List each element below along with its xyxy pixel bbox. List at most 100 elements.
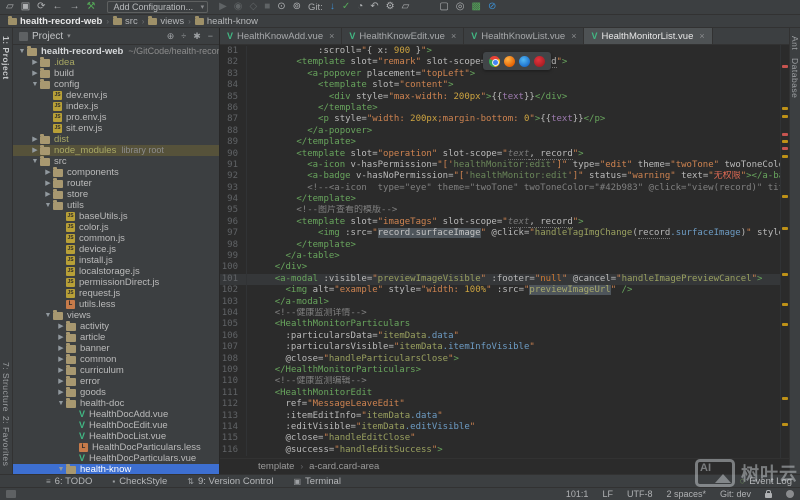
editor-tab[interactable]: VHealthMonitorList.vue× bbox=[584, 28, 712, 44]
project-structure-icon[interactable]: ▱ bbox=[402, 2, 410, 12]
code-line[interactable]: 104 <!--健康监测详情--> bbox=[220, 308, 780, 319]
toolwindow-button-6-todo[interactable]: ≡6: TODO bbox=[46, 476, 92, 487]
code-line[interactable]: 112 ref="MessageLeaveEdit" bbox=[220, 399, 780, 410]
chevron-expanded-icon[interactable]: ▼ bbox=[56, 398, 66, 409]
code-line[interactable]: 100 </div> bbox=[220, 262, 780, 273]
run-icon[interactable]: ▶ bbox=[219, 2, 227, 12]
tree-item[interactable]: JSlocalstorage.js bbox=[13, 266, 219, 277]
breadcrumb-item[interactable]: health-record-web bbox=[8, 16, 102, 27]
tree-item[interactable]: ▶curriculum bbox=[13, 365, 219, 376]
chevron-collapsed-icon[interactable]: ▶ bbox=[56, 376, 66, 387]
tree-item[interactable]: ▶banner bbox=[13, 343, 219, 354]
coverage-icon[interactable]: ◇ bbox=[250, 2, 258, 12]
git-history-icon[interactable]: ◔ bbox=[357, 2, 363, 12]
search-everywhere-icon[interactable]: ◎ bbox=[456, 2, 465, 12]
tree-item[interactable]: ▶router bbox=[13, 178, 219, 189]
code-line[interactable]: 98 </template> bbox=[220, 240, 780, 251]
tree-item[interactable]: ▶.idea bbox=[13, 57, 219, 68]
code-line[interactable]: 95 <!--图片查看的模版--> bbox=[220, 205, 780, 216]
tree-item[interactable]: JScommon.js bbox=[13, 233, 219, 244]
code-line[interactable]: 91 <a-icon v-hasPermission="['healthMoni… bbox=[220, 160, 780, 171]
chevron-collapsed-icon[interactable]: ▶ bbox=[56, 354, 66, 365]
code-line[interactable]: 90 <template slot="operation" slot-scope… bbox=[220, 149, 780, 160]
chevron-collapsed-icon[interactable]: ▶ bbox=[56, 343, 66, 354]
tree-item[interactable]: JSpro.env.js bbox=[13, 112, 219, 123]
editor-tab[interactable]: VHealthKnowAdd.vue× bbox=[220, 28, 342, 44]
chevron-expanded-icon[interactable]: ▼ bbox=[30, 79, 40, 90]
breadcrumb-item[interactable]: health-know bbox=[195, 16, 258, 27]
chevron-collapsed-icon[interactable]: ▶ bbox=[56, 321, 66, 332]
breadcrumb-item[interactable]: views bbox=[148, 16, 184, 27]
unlocked-icon[interactable] bbox=[765, 493, 772, 498]
code-line[interactable]: 107 :particularsVisible="itemData.itemIn… bbox=[220, 342, 780, 353]
code-line[interactable]: 86 </template> bbox=[220, 103, 780, 114]
status-item-0[interactable]: 101:1 bbox=[566, 489, 589, 499]
tree-item[interactable]: ▶activity bbox=[13, 321, 219, 332]
tree-item[interactable]: ▶error bbox=[13, 376, 219, 387]
forward-icon[interactable]: → bbox=[70, 2, 80, 12]
chevron-expanded-icon[interactable]: ▼ bbox=[43, 200, 53, 211]
tree-item[interactable]: JSinstall.js bbox=[13, 255, 219, 266]
tree-item[interactable]: ▶goods bbox=[13, 387, 219, 398]
code-line[interactable]: 111 <HealthMonitorEdit bbox=[220, 388, 780, 399]
code-line[interactable]: 87 <p style="width: 200px;margin-bottom:… bbox=[220, 114, 780, 125]
locate-icon[interactable]: ⊕ bbox=[167, 31, 175, 42]
code-line[interactable]: 93 <!--<a-icon type="eye" theme="twoTone… bbox=[220, 183, 780, 194]
tree-item[interactable]: VHealthDocEdit.vue bbox=[13, 420, 219, 431]
restore-windows-icon[interactable]: ▢ bbox=[439, 2, 448, 12]
firefox-icon[interactable] bbox=[504, 56, 515, 67]
tree-item[interactable]: VHealthDocList.vue bbox=[13, 431, 219, 442]
tree-item[interactable]: JSdevice.js bbox=[13, 244, 219, 255]
plugin-icon[interactable]: ▩ bbox=[472, 2, 481, 12]
tree-item[interactable]: JSdev.env.js bbox=[13, 90, 219, 101]
toolwindow-button-checkstyle[interactable]: ▪CheckStyle bbox=[112, 476, 167, 487]
code-line[interactable]: 110 <!--健康监测编辑--> bbox=[220, 376, 780, 387]
save-all-icon[interactable]: ▣ bbox=[21, 2, 30, 12]
code-line[interactable]: 85 <div style="max-width: 200px">{{text}… bbox=[220, 92, 780, 103]
tree-item[interactable]: JSbaseUtils.js bbox=[13, 211, 219, 222]
sync-icon[interactable]: ⟳ bbox=[37, 2, 45, 12]
chevron-expanded-icon[interactable]: ▼ bbox=[56, 464, 66, 474]
toolwindow-button-terminal[interactable]: ▣Terminal bbox=[293, 476, 340, 487]
code-line[interactable]: 113 :itemEditInfo="itemData.data" bbox=[220, 411, 780, 422]
toolwindow-toggle-icon[interactable] bbox=[6, 490, 16, 498]
opera-icon[interactable] bbox=[534, 56, 545, 67]
event-log-button[interactable]: ○ Event Log bbox=[739, 476, 792, 487]
tree-item[interactable]: Lutils.less bbox=[13, 299, 219, 310]
code-line[interactable]: 97 <img :src="record.surfaceImage" @clic… bbox=[220, 228, 780, 239]
code-line[interactable]: 101 <a-modal :visible="previewImageVisib… bbox=[220, 274, 780, 285]
chevron-collapsed-icon[interactable]: ▶ bbox=[30, 134, 40, 145]
chevron-collapsed-icon[interactable]: ▶ bbox=[43, 189, 53, 200]
tree-item[interactable]: ▼health-doc bbox=[13, 398, 219, 409]
chevron-collapsed-icon[interactable]: ▶ bbox=[56, 387, 66, 398]
collapse-all-icon[interactable]: ÷ bbox=[181, 31, 186, 42]
tree-item[interactable]: ▼health-know bbox=[13, 464, 219, 474]
settings-wrench-icon[interactable]: ⚙ bbox=[386, 2, 395, 12]
code-line[interactable]: 115 @close="handleEditClose" bbox=[220, 433, 780, 444]
help-icon[interactable]: ⊘ bbox=[488, 2, 496, 12]
toolwindow-button-9-version-control[interactable]: ⇅9: Version Control bbox=[187, 476, 273, 487]
tree-item[interactable]: ▼health-record-web~/GitCode/health-recor… bbox=[13, 46, 219, 57]
git-update-icon[interactable]: ↓ bbox=[330, 2, 335, 12]
tree-item[interactable]: ▼config bbox=[13, 79, 219, 90]
editor-breadcrumb-item[interactable]: template bbox=[258, 461, 294, 472]
safari-icon[interactable] bbox=[519, 56, 530, 67]
status-item-2[interactable]: UTF-8 bbox=[627, 489, 653, 499]
tree-item[interactable]: LHealthDocParticulars.less bbox=[13, 442, 219, 453]
chevron-collapsed-icon[interactable]: ▶ bbox=[43, 167, 53, 178]
back-icon[interactable]: ← bbox=[53, 2, 63, 12]
editor-tab[interactable]: VHealthKnowList.vue× bbox=[464, 28, 584, 44]
code-line[interactable]: 89 </template> bbox=[220, 137, 780, 148]
editor-breadcrumb-item[interactable]: a-card.card-area bbox=[309, 461, 379, 472]
code-line[interactable]: 114 :editVisible="itemData.editVisible" bbox=[220, 422, 780, 433]
chevron-collapsed-icon[interactable]: ▶ bbox=[30, 145, 40, 156]
tree-item[interactable]: VHealthDocParticulars.vue bbox=[13, 453, 219, 464]
chevron-collapsed-icon[interactable]: ▶ bbox=[30, 57, 40, 68]
replace-icon[interactable]: ⊚ bbox=[293, 2, 301, 12]
code-line[interactable]: 99 </a-table> bbox=[220, 251, 780, 262]
tree-item[interactable]: ▶store bbox=[13, 189, 219, 200]
tab-close-icon[interactable]: × bbox=[329, 31, 334, 41]
undo-icon[interactable]: ↶ bbox=[370, 2, 378, 12]
toolwindow-button-2-favorites[interactable]: 2: Favorites bbox=[1, 416, 11, 466]
tree-item[interactable]: ▶build bbox=[13, 68, 219, 79]
